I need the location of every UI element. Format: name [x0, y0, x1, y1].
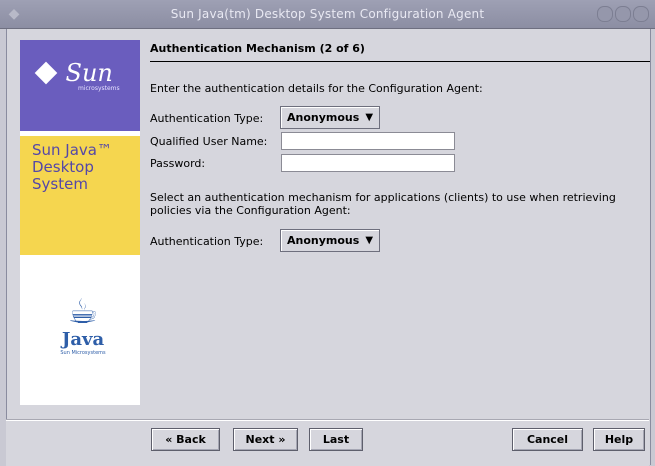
intro-text: Enter the authentication details for the… — [150, 82, 483, 95]
user-name-input[interactable] — [281, 132, 455, 150]
product-line-1: Sun Java™ — [32, 141, 112, 159]
java-sub: Sun Microsystems — [60, 350, 106, 356]
sun-logo-block: Sun microsystems — [20, 40, 140, 131]
back-button[interactable]: « Back — [151, 428, 220, 451]
product-line-2: Desktop — [32, 158, 94, 176]
client-auth-type-value: Anonymous — [287, 234, 360, 247]
page-title: Authentication Mechanism (2 of 6) — [150, 42, 365, 55]
sun-diamond-icon — [34, 61, 58, 85]
last-button[interactable]: Last — [309, 428, 363, 451]
password-label: Password: — [150, 157, 206, 170]
help-button[interactable]: Help — [593, 428, 645, 451]
user-label: Qualified User Name: — [150, 135, 268, 148]
window-controls — [597, 6, 649, 22]
cancel-button[interactable]: Cancel — [512, 428, 583, 451]
java-cup-icon: ☕ — [67, 292, 99, 332]
clients-text-line-1: Select an authentication mechanism for a… — [150, 191, 616, 204]
close-icon[interactable] — [633, 6, 649, 22]
product-text: Sun Java™ Desktop System — [32, 142, 112, 193]
maximize-icon[interactable] — [615, 6, 631, 22]
chevron-down-icon: ▼ — [365, 112, 374, 123]
sun-word: Sun — [65, 59, 113, 87]
footer-divider — [6, 419, 649, 420]
auth-type-value: Anonymous — [287, 111, 360, 124]
chevron-down-icon: ▼ — [365, 235, 374, 246]
sidebar-panel: Sun microsystems Sun Java™ Desktop Syste… — [20, 40, 140, 405]
product-banner: Sun Java™ Desktop System — [20, 136, 140, 255]
product-line-3: System — [32, 175, 88, 193]
java-logo: ☕ Java Sun Microsystems — [48, 293, 118, 356]
next-button[interactable]: Next » — [233, 428, 298, 451]
title-bar: ◆ Sun Java(tm) Desktop System Configurat… — [0, 0, 655, 29]
auth-type-label: Authentication Type: — [150, 112, 264, 125]
client-auth-type-select[interactable]: Anonymous ▼ — [280, 229, 381, 252]
client-auth-type-label: Authentication Type: — [150, 235, 264, 248]
window-title: Sun Java(tm) Desktop System Configuratio… — [170, 7, 485, 21]
sun-sub: microsystems — [78, 85, 120, 92]
minimize-icon[interactable] — [597, 6, 613, 22]
clients-text-line-2: policies via the Configuration Agent: — [150, 204, 351, 217]
sun-logo: Sun microsystems — [34, 59, 120, 92]
java-word: Java — [61, 329, 105, 350]
password-input[interactable] — [281, 154, 455, 172]
heading-divider — [150, 61, 650, 62]
auth-type-select[interactable]: Anonymous ▼ — [280, 106, 381, 129]
